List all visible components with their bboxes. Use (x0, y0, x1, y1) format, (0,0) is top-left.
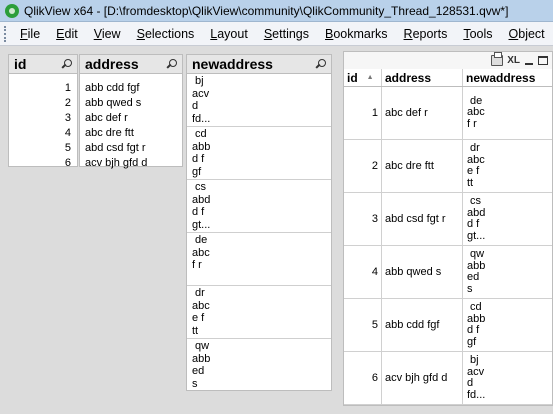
cell-newaddress[interactable]: bj acv d fd... (463, 352, 552, 404)
window-title: QlikView x64 - [D:\fromdesktop\QlikView\… (24, 3, 509, 18)
column-header-id[interactable]: id ▲ (344, 69, 382, 86)
cell-newaddress[interactable]: cd abb d f gf (463, 299, 552, 351)
listbox-newaddress-caption[interactable]: newaddress (187, 55, 331, 74)
cell-address[interactable]: abc def r (382, 87, 463, 139)
list-item[interactable]: de abc f r (187, 233, 331, 286)
cell-id[interactable]: 6 (344, 352, 382, 404)
list-item[interactable]: bj acv d fd... (187, 74, 331, 127)
sheet-area: id 1 2 3 4 5 6 address abb cdd fgf abb q… (0, 46, 553, 414)
cell-address[interactable]: acv bjh gfd d (382, 352, 463, 404)
list-item[interactable]: acv bjh gfd d (80, 156, 182, 171)
cell-id[interactable]: 1 (344, 87, 382, 139)
list-item[interactable]: 4 (9, 126, 77, 141)
table-row[interactable]: 6 acv bjh gfd d bj acv d fd... (344, 352, 552, 405)
list-item[interactable]: cd abb d f gf (187, 127, 331, 180)
list-item[interactable]: dr abc e f tt (187, 286, 331, 339)
cell-id[interactable]: 3 (344, 193, 382, 245)
cell-address[interactable]: abd csd fgt r (382, 193, 463, 245)
table-row[interactable]: 5 abb cdd fgf cd abb d f gf (344, 299, 552, 352)
qlikview-app-icon (5, 3, 19, 18)
cell-id[interactable]: 2 (344, 140, 382, 192)
list-item[interactable]: 1 (9, 81, 77, 96)
list-item[interactable]: 2 (9, 96, 77, 111)
listbox-id-caption[interactable]: id (9, 55, 77, 74)
menu-reports[interactable]: Reports (396, 27, 456, 41)
cell-address[interactable]: abb qwed s (382, 246, 463, 298)
straight-table[interactable]: XL id ▲ address newaddress 1 abc def r d… (343, 51, 553, 406)
list-item[interactable]: abc def r (80, 111, 182, 126)
menu-layout[interactable]: Layout (202, 27, 256, 41)
table-header: id ▲ address newaddress (344, 69, 552, 87)
listbox-id-title: id (14, 56, 27, 72)
list-item[interactable]: 3 (9, 111, 77, 126)
menu-selections[interactable]: Selections (129, 27, 203, 41)
table-row[interactable]: 2 abc dre ftt dr abc e f tt (344, 140, 552, 193)
list-item[interactable]: cs abd d f gt... (187, 180, 331, 233)
cell-newaddress[interactable]: cs abd d f gt... (463, 193, 552, 245)
menu-bookmarks[interactable]: Bookmarks (317, 27, 396, 41)
listbox-id[interactable]: id 1 2 3 4 5 6 (8, 54, 78, 169)
print-icon[interactable] (491, 52, 504, 66)
listbox-address-title: address (85, 56, 139, 72)
title-bar: QlikView x64 - [D:\fromdesktop\QlikView\… (0, 0, 553, 22)
list-item[interactable]: abb cdd fgf (80, 81, 182, 96)
list-item[interactable]: abd csd fgt r (80, 141, 182, 156)
list-item[interactable]: abc dre ftt (80, 126, 182, 141)
table-row[interactable]: 1 abc def r de abc f r (344, 87, 552, 140)
sort-ascending-icon: ▲ (366, 74, 374, 81)
cell-newaddress[interactable]: qw abb ed s (463, 246, 552, 298)
menu-settings[interactable]: Settings (256, 27, 317, 41)
send-to-excel-icon[interactable]: XL (507, 55, 520, 66)
list-item[interactable]: 6 (9, 156, 77, 171)
list-item[interactable]: abb qwed s (80, 96, 182, 111)
listbox-address[interactable]: address abb cdd fgf abb qwed s abc def r… (79, 54, 183, 169)
menu-view[interactable]: View (86, 27, 129, 41)
table-row[interactable]: 4 abb qwed s qw abb ed s (344, 246, 552, 299)
menu-object[interactable]: Object (501, 27, 553, 41)
toolbar-grip-handle[interactable] (4, 25, 6, 42)
listbox-address-caption[interactable]: address (80, 55, 182, 74)
list-item[interactable]: qw abb ed s (187, 339, 331, 392)
list-item[interactable]: 5 (9, 141, 77, 156)
minimize-icon[interactable] (524, 56, 534, 66)
search-icon[interactable] (315, 58, 326, 70)
cell-id[interactable]: 5 (344, 299, 382, 351)
listbox-newaddress[interactable]: newaddress bj acv d fd... cd abb d f gf … (186, 54, 332, 391)
menu-edit[interactable]: Edit (48, 27, 86, 41)
cell-newaddress[interactable]: de abc f r (463, 87, 552, 139)
search-icon[interactable] (61, 58, 72, 70)
table-row[interactable]: 3 abd csd fgt r cs abd d f gt... (344, 193, 552, 246)
cell-id[interactable]: 4 (344, 246, 382, 298)
maximize-icon[interactable] (538, 56, 548, 65)
column-header-id-label: id (347, 70, 358, 85)
cell-address[interactable]: abc dre ftt (382, 140, 463, 192)
column-header-newaddress[interactable]: newaddress (463, 69, 552, 86)
menu-bar: File Edit View Selections Layout Setting… (0, 22, 553, 46)
menu-tools[interactable]: Tools (455, 27, 500, 41)
column-header-address[interactable]: address (382, 69, 463, 86)
listbox-newaddress-title: newaddress (192, 56, 273, 72)
menu-file[interactable]: File (12, 27, 48, 41)
cell-address[interactable]: abb cdd fgf (382, 299, 463, 351)
search-icon[interactable] (166, 58, 177, 70)
table-toolbar: XL (344, 52, 552, 69)
cell-newaddress[interactable]: dr abc e f tt (463, 140, 552, 192)
